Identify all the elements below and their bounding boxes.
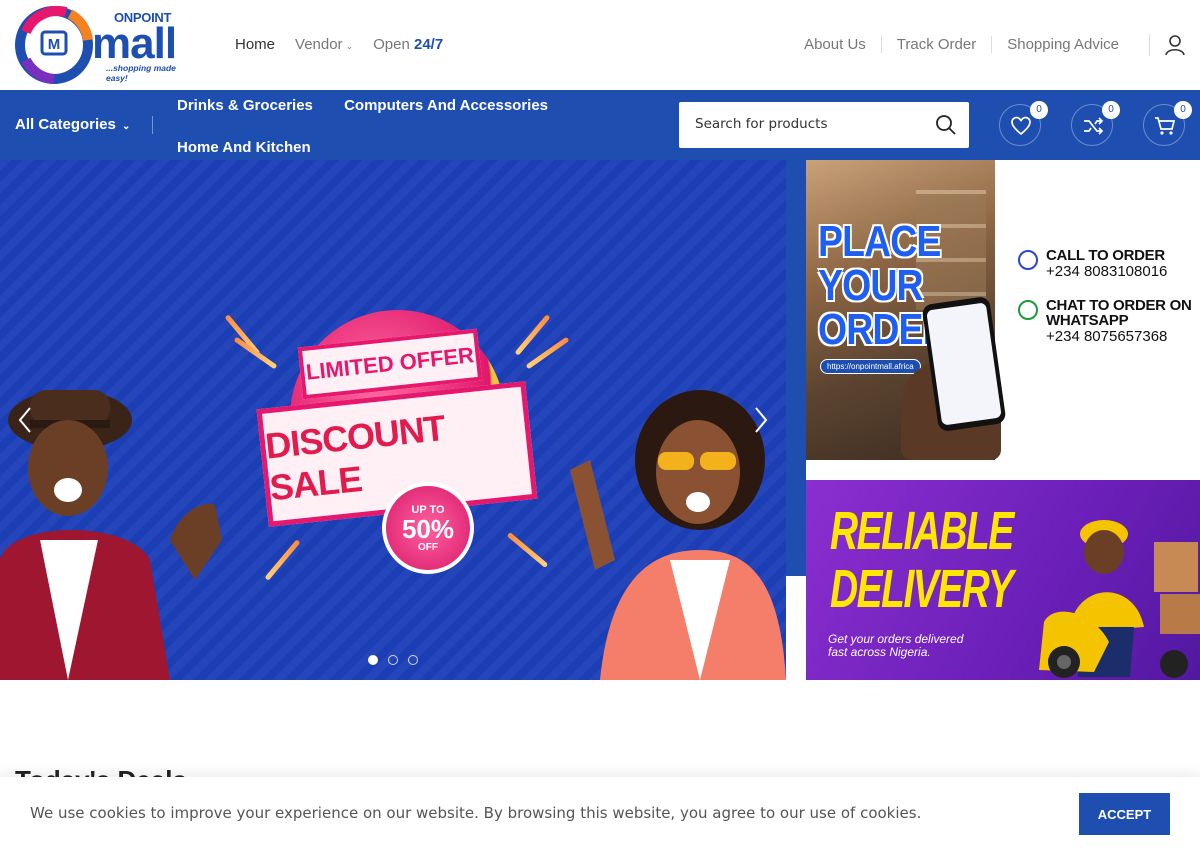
logo-mark-icon: M <box>15 5 93 84</box>
percent-text: 50% <box>401 513 455 544</box>
chevron-down-icon: ⌄ <box>122 121 131 132</box>
phone-screen <box>926 302 1002 426</box>
heart-icon <box>1011 116 1031 136</box>
category-bar: All Categories ⌄ Drinks & Groceries Comp… <box>0 90 1200 160</box>
cookie-message: We use cookies to improve your experienc… <box>30 804 922 822</box>
nav-home[interactable]: Home <box>235 36 275 53</box>
off-text: OFF <box>418 541 438 553</box>
reliable-delivery-headline: RELIABLE DELIVERY <box>830 501 1014 619</box>
wishlist-count-badge: 0 <box>1030 101 1048 119</box>
cart-button[interactable]: 0 <box>1143 101 1192 146</box>
slider-dot-3[interactable] <box>408 655 418 665</box>
open-hours: 24/7 <box>413 36 444 53</box>
chevron-down-icon: ⌄ <box>345 41 354 51</box>
nav-about-us[interactable]: About Us <box>789 36 881 53</box>
open-prefix: Open <box>373 36 414 53</box>
site-url-pill: https://onpointmall.africa <box>820 359 921 374</box>
all-categories-dropdown[interactable]: All Categories ⌄ <box>15 116 130 133</box>
slider-dot-1[interactable] <box>368 655 378 665</box>
delivery-rider-image <box>1039 520 1200 678</box>
category-divider <box>152 116 153 134</box>
secondary-nav: About Us Track Order Shopping Advice <box>789 36 1134 53</box>
user-account-icon[interactable] <box>1164 34 1186 56</box>
headline-line-2: YOUR <box>818 261 924 310</box>
cart-icon <box>1155 117 1176 135</box>
place-order-banner[interactable]: PLACE YOUR ORDER https://onpointmall.afr… <box>806 160 1200 460</box>
headline-line-1: RELIABLE <box>830 501 1014 561</box>
slider-dot-2[interactable] <box>388 655 398 665</box>
nav-track-order[interactable]: Track Order <box>880 36 991 53</box>
nav-vendor-label: Vendor <box>295 36 343 53</box>
logo-mall-text: mall <box>92 19 177 68</box>
svg-text:M: M <box>48 36 61 53</box>
delivery-subtext: Get your orders delivered fast across Ni… <box>828 633 963 659</box>
whatsapp-number: +234 8075657368 <box>1046 328 1168 345</box>
headline-line-2: DELIVERY <box>830 559 1014 619</box>
chevron-left-icon[interactable] <box>14 404 38 436</box>
cart-count-badge: 0 <box>1174 101 1192 119</box>
search-box <box>679 102 969 148</box>
cookie-banner: We use cookies to improve your experienc… <box>0 777 1200 850</box>
nav-open-247: Open 24/7 <box>373 36 443 53</box>
banner-divider <box>786 576 806 680</box>
chat-label-line-2: WHATSAPP <box>1046 312 1129 329</box>
order-contact-info: CALL TO ORDER +234 8083108016 CHAT TO OR… <box>1018 248 1192 357</box>
all-categories-label: All Categories <box>15 116 116 133</box>
compare-count-badge: 0 <box>1102 101 1120 119</box>
chat-label-line-1: CHAT TO ORDER ON <box>1046 297 1192 314</box>
banner-divider <box>786 160 806 576</box>
call-to-order-label: CALL TO ORDER <box>1046 247 1165 264</box>
search-input[interactable] <box>695 116 925 132</box>
limited-offer-text: LIMITED OFFER <box>304 342 476 385</box>
hero-slider: LIMITED OFFER DISCOUNT SALE UP TO 50% OF… <box>0 160 786 680</box>
category-link-drinks-groceries[interactable]: Drinks & Groceries <box>177 98 313 139</box>
call-to-order-number: +234 8083108016 <box>1046 263 1168 280</box>
discount-percent-badge: UP TO 50% OFF <box>382 482 474 574</box>
accept-cookies-button[interactable]: ACCEPT <box>1079 793 1170 835</box>
top-header: M ONPOINT mall ...shopping made easy! Ho… <box>0 0 1200 90</box>
main-nav: Home Vendor ⌄ Open 24/7 <box>235 36 463 53</box>
logo-tagline: ...shopping made easy! <box>106 63 176 83</box>
compare-button[interactable]: 0 <box>1071 101 1120 146</box>
phone-call-icon <box>1018 250 1038 270</box>
whatsapp-order-row: CHAT TO ORDER ON WHATSAPP +234 807565736… <box>1018 297 1192 345</box>
chevron-right-icon[interactable] <box>748 404 772 436</box>
slider-pagination <box>368 655 418 665</box>
delivery-subtext-line-2: fast across Nigeria. <box>828 645 931 659</box>
reliable-delivery-banner[interactable]: RELIABLE DELIVERY Get your orders delive… <box>806 480 1200 680</box>
search-icon[interactable] <box>935 114 957 136</box>
wishlist-button[interactable]: 0 <box>999 101 1048 146</box>
site-logo[interactable]: M ONPOINT mall ...shopping made easy! <box>14 4 189 86</box>
nav-shopping-advice[interactable]: Shopping Advice <box>991 36 1134 53</box>
nav-divider <box>1149 34 1150 56</box>
call-to-order-row: CALL TO ORDER +234 8083108016 <box>1018 248 1191 280</box>
headline-line-1: PLACE <box>818 217 941 266</box>
shuffle-compare-icon <box>1084 117 1104 135</box>
whatsapp-icon <box>1018 300 1038 320</box>
nav-vendor[interactable]: Vendor ⌄ <box>295 36 353 53</box>
category-link-computers-accessories[interactable]: Computers And Accessories <box>344 98 548 139</box>
